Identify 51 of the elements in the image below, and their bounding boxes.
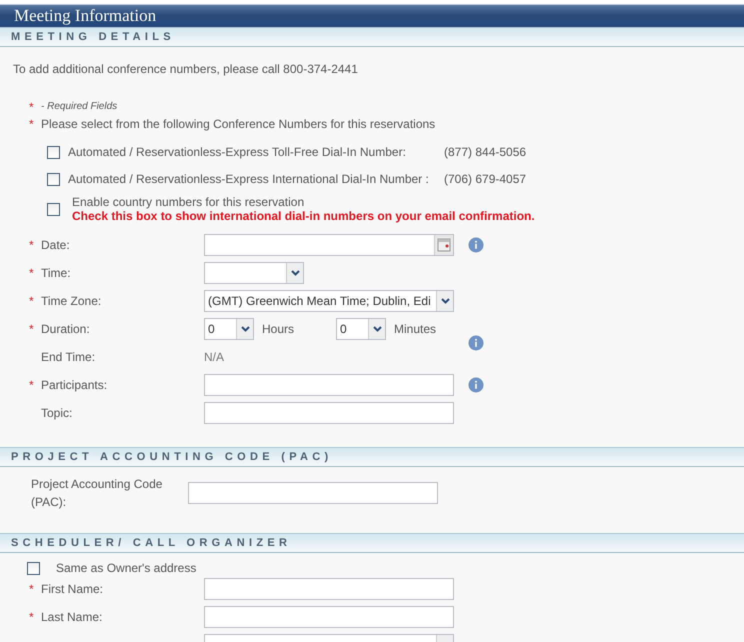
field-label: Topic: bbox=[41, 406, 74, 420]
field-label: Duration: bbox=[41, 322, 91, 336]
required-mark: * bbox=[29, 266, 35, 280]
section-heading: PROJECT ACCOUNTING CODE (PAC) bbox=[0, 447, 744, 467]
legend-text: - Required Fields bbox=[41, 101, 118, 112]
checkbox[interactable] bbox=[47, 172, 60, 186]
input-field[interactable] bbox=[204, 402, 454, 424]
field-label: Participants: bbox=[41, 378, 108, 392]
field-value: N/A bbox=[204, 350, 224, 364]
dropdown[interactable] bbox=[204, 262, 304, 284]
required-mark: * bbox=[29, 582, 35, 596]
field-label: Project Accounting Code (PAC): bbox=[31, 476, 164, 511]
hint-text: Check this box to show international dial-in numbers on your email confirmation. bbox=[72, 209, 535, 223]
input-field[interactable] bbox=[204, 578, 454, 600]
input-field[interactable] bbox=[204, 606, 454, 628]
checkbox[interactable] bbox=[47, 146, 60, 158]
phone-number: (877) 844-5056 bbox=[444, 145, 526, 159]
field-label: Date: bbox=[41, 238, 71, 252]
note-text: To add additional conference numbers, please call 800-374-2441 bbox=[13, 61, 359, 78]
option-label: Same as Owner's address bbox=[56, 561, 196, 575]
section-heading: SCHEDULER/ CALL ORGANIZER bbox=[0, 533, 744, 553]
dropdown[interactable]: 0 bbox=[336, 318, 386, 340]
required-mark: * bbox=[29, 322, 35, 336]
section-heading: MEETING DETAILS bbox=[0, 27, 744, 47]
input-field[interactable] bbox=[188, 482, 438, 504]
field-label: Time: bbox=[41, 266, 72, 280]
calendar-icon[interactable] bbox=[434, 235, 453, 255]
required-mark: * bbox=[29, 294, 35, 308]
required-mark: * bbox=[29, 116, 35, 130]
field-label: Time Zone: bbox=[41, 294, 102, 308]
unit-label: Hours bbox=[262, 322, 296, 336]
field-label: First Name: bbox=[41, 582, 104, 596]
checkbox[interactable] bbox=[47, 202, 60, 216]
option-label: Automated / Reservationless-Express International Dial-In Number : bbox=[68, 172, 430, 186]
required-mark: * bbox=[29, 238, 35, 252]
field-label: Last Name: bbox=[41, 610, 104, 624]
option-label: Enable country numbers for this reservation bbox=[72, 195, 306, 209]
option-label: Automated / Reservationless-Express Toll-Free Dial-In Number: bbox=[68, 145, 407, 159]
window-title: Meeting Information bbox=[0, 4, 744, 27]
date-field[interactable] bbox=[204, 234, 454, 256]
dropdown[interactable]: (GMT) Greenwich Mean Time; Dublin, Edi bbox=[204, 290, 454, 312]
phone-number: (706) 679-4057 bbox=[444, 172, 526, 186]
required-mark: * bbox=[29, 610, 35, 624]
input-field[interactable] bbox=[204, 374, 454, 396]
dropdown[interactable]: 0 bbox=[204, 318, 254, 340]
unit-label: Minutes bbox=[394, 322, 436, 336]
required-mark: * bbox=[29, 100, 35, 114]
field-label: End Time: bbox=[41, 350, 96, 364]
prompt-text: Please select from the following Conference Numbers for this reservations bbox=[41, 116, 436, 130]
required-mark: * bbox=[29, 378, 35, 392]
checkbox[interactable] bbox=[27, 562, 40, 574]
